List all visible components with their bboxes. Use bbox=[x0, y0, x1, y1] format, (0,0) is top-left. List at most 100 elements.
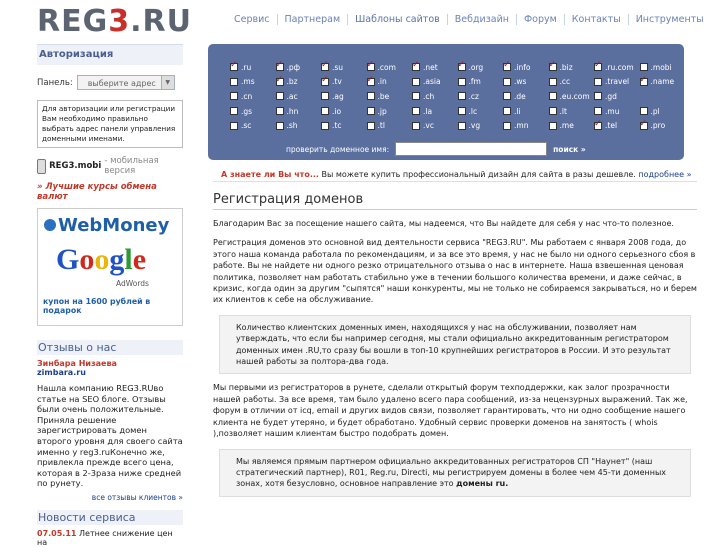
nav-templates[interactable]: Шаблоны сайтов bbox=[347, 14, 447, 25]
checkbox[interactable] bbox=[594, 60, 602, 72]
checkbox[interactable] bbox=[503, 92, 511, 101]
domain-zone-option[interactable]: .ch bbox=[412, 89, 458, 104]
nav-contacts[interactable]: Контакты bbox=[563, 14, 628, 25]
checkbox[interactable] bbox=[639, 107, 648, 116]
checkbox[interactable] bbox=[548, 121, 557, 130]
domain-zone-option[interactable]: .mobi bbox=[639, 60, 686, 75]
checkbox[interactable] bbox=[230, 92, 238, 101]
domain-zone-option[interactable]: .рф bbox=[275, 60, 322, 75]
nav-webdesign[interactable]: Вебдизайн bbox=[446, 14, 516, 25]
checkbox[interactable] bbox=[366, 75, 375, 86]
checkbox[interactable] bbox=[412, 60, 420, 72]
checkbox[interactable] bbox=[321, 60, 329, 72]
checkbox[interactable] bbox=[457, 92, 466, 101]
domain-zone-option[interactable]: .info bbox=[503, 60, 549, 75]
checkbox[interactable] bbox=[503, 121, 511, 130]
domain-zone-option[interactable]: .tl bbox=[366, 118, 413, 133]
nav-forum[interactable]: Форум bbox=[515, 14, 564, 25]
checkbox[interactable] bbox=[457, 121, 466, 130]
all-reviews-link[interactable]: все отзывы клиентов » bbox=[37, 493, 183, 502]
checkbox[interactable] bbox=[321, 92, 329, 101]
nav-service[interactable]: Сервис bbox=[227, 14, 277, 25]
domain-zone-option[interactable]: .ru bbox=[230, 60, 276, 75]
domain-zone-option[interactable]: .name bbox=[639, 75, 686, 90]
checkbox[interactable] bbox=[639, 63, 648, 72]
domain-zone-option[interactable]: .vc bbox=[412, 118, 458, 133]
search-button[interactable]: поиск » bbox=[553, 145, 586, 154]
checkbox[interactable] bbox=[366, 107, 375, 116]
checkbox[interactable] bbox=[412, 77, 420, 86]
panel-select[interactable]: выберите адрес ▼ bbox=[76, 75, 175, 90]
domain-zone-option[interactable]: .sc bbox=[230, 118, 276, 133]
checkbox[interactable] bbox=[594, 77, 602, 86]
checkbox[interactable] bbox=[594, 92, 602, 101]
tip-more-link[interactable]: подробнее » bbox=[638, 170, 691, 179]
domain-zone-option[interactable]: .sh bbox=[275, 118, 322, 133]
checkbox[interactable] bbox=[503, 60, 511, 72]
domain-zone-option[interactable]: .io bbox=[321, 104, 367, 119]
domain-zone-option[interactable]: .pl bbox=[639, 104, 686, 119]
domain-zone-option[interactable]: .eu.com bbox=[548, 89, 595, 104]
review-site-link[interactable]: zimbara.ru bbox=[37, 368, 183, 377]
domain-zone-option[interactable]: .ac bbox=[275, 89, 322, 104]
domain-zone-option[interactable]: .cn bbox=[230, 89, 276, 104]
domain-name-input[interactable] bbox=[395, 142, 548, 156]
domain-zone-option[interactable]: .mu bbox=[594, 104, 640, 119]
domain-zone-option[interactable]: .net bbox=[412, 60, 458, 75]
domain-zone-option[interactable]: .tel bbox=[594, 118, 640, 133]
checkbox[interactable] bbox=[275, 121, 284, 130]
domain-zone-option[interactable]: .asia bbox=[412, 75, 458, 90]
tip-question[interactable]: А знаете ли Вы что... bbox=[221, 170, 319, 179]
domain-zone-option[interactable]: .be bbox=[366, 89, 413, 104]
checkbox[interactable] bbox=[548, 92, 557, 101]
domain-zone-option[interactable]: .lc bbox=[457, 104, 504, 119]
checkbox[interactable] bbox=[321, 121, 329, 130]
site-logo[interactable]: REG3.RU bbox=[37, 4, 192, 39]
nav-tools[interactable]: Инструменты bbox=[627, 14, 711, 25]
domain-zone-option[interactable]: .cc bbox=[548, 75, 595, 90]
checkbox[interactable] bbox=[457, 60, 466, 72]
checkbox[interactable] bbox=[548, 77, 557, 86]
domain-zone-option[interactable]: .su bbox=[321, 60, 367, 75]
checkbox[interactable] bbox=[366, 60, 375, 72]
checkbox[interactable] bbox=[639, 75, 648, 86]
checkbox[interactable] bbox=[412, 92, 420, 101]
domain-zone-option[interactable]: .hn bbox=[275, 104, 322, 119]
checkbox[interactable] bbox=[412, 107, 420, 116]
domain-zone-option[interactable]: .pro bbox=[639, 118, 686, 133]
checkbox[interactable] bbox=[503, 107, 511, 116]
checkbox[interactable] bbox=[503, 77, 511, 86]
domain-zone-option[interactable]: .travel bbox=[594, 75, 640, 90]
domain-zone-option[interactable]: .ms bbox=[230, 75, 276, 90]
domain-zone-option[interactable]: .li bbox=[503, 104, 549, 119]
checkbox[interactable] bbox=[366, 121, 375, 130]
exchange-courses-link[interactable]: » Лучшие курсы обмена валют bbox=[37, 182, 183, 202]
domain-zone-option[interactable]: .org bbox=[457, 60, 504, 75]
checkbox[interactable] bbox=[275, 60, 284, 72]
checkbox[interactable] bbox=[230, 60, 238, 72]
checkbox[interactable] bbox=[275, 92, 284, 101]
checkbox[interactable] bbox=[230, 107, 238, 116]
checkbox[interactable] bbox=[275, 107, 284, 116]
domain-zone-option[interactable]: .cz bbox=[457, 89, 504, 104]
domain-zone-option[interactable]: .vg bbox=[457, 118, 504, 133]
domain-zone-option[interactable]: .gd bbox=[594, 89, 640, 104]
mobile-version-link[interactable]: REG3.mobi - мобильная версия bbox=[37, 156, 183, 176]
domain-zone-option[interactable]: .me bbox=[548, 118, 595, 133]
news-item[interactable]: 07.05.11 Летнее снижение цен на bbox=[37, 529, 183, 547]
domain-zone-option[interactable]: .biz bbox=[548, 60, 595, 75]
checkbox[interactable] bbox=[321, 75, 329, 86]
checkbox[interactable] bbox=[639, 119, 648, 130]
checkbox[interactable] bbox=[594, 119, 602, 130]
checkbox[interactable] bbox=[548, 60, 557, 72]
domain-zone-option[interactable]: .ws bbox=[503, 75, 549, 90]
checkbox[interactable] bbox=[366, 92, 375, 101]
domain-zone-option[interactable]: .la bbox=[412, 104, 458, 119]
domain-zone-option[interactable]: .in bbox=[366, 75, 413, 90]
domain-zone-option[interactable]: .tv bbox=[321, 75, 367, 90]
domain-zone-option[interactable]: .lt bbox=[548, 104, 595, 119]
checkbox[interactable] bbox=[412, 121, 420, 130]
domain-zone-option[interactable]: .mn bbox=[503, 118, 549, 133]
checkbox[interactable] bbox=[275, 75, 284, 86]
checkbox[interactable] bbox=[594, 107, 602, 116]
